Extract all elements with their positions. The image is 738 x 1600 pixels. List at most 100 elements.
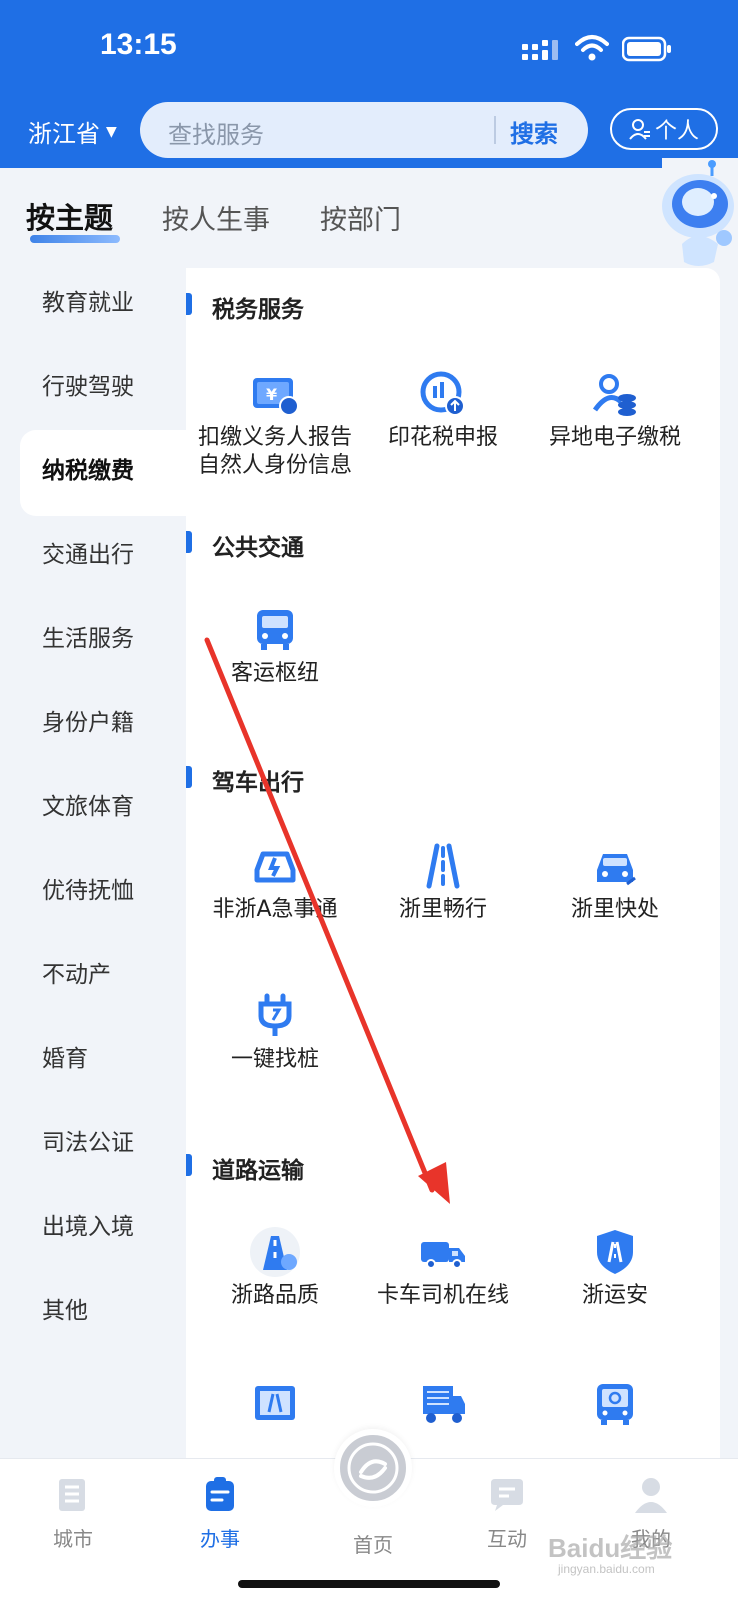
watermark-url: jingyan.baidu.com [558,1562,655,1576]
remote-tax-icon [592,374,636,416]
service-label: 卡车司机在线 [376,1283,509,1308]
service-label: 浙路品质 [230,1283,319,1308]
tax-ticket-icon: ¥ [253,378,299,416]
sidebar-item-education[interactable]: 教育就业 [42,283,134,317]
section-marker [186,766,192,788]
status-bar: 13:15 [0,0,738,100]
service-stamp-tax[interactable]: 印花税申报 [354,368,532,452]
home-logo-icon [347,1442,399,1494]
section-marker [186,531,192,553]
service-quick-handle[interactable]: 浙里快处 [526,840,704,924]
nav-label: 互动 [487,1527,527,1551]
sidebar-item-marriage[interactable]: 婚育 [42,1039,88,1073]
section-title-tax: 税务服务 [212,297,304,323]
watermark-brand: Baidu经验 [548,1533,673,1563]
service-find-charger[interactable]: 一键找桩 [186,990,364,1074]
personal-label: 个人 [654,119,699,144]
service-label: 扣缴义务人报告 [197,425,352,450]
shield-road-icon [597,1230,633,1274]
sidebar-item-identity[interactable]: 身份户籍 [42,703,134,737]
bus-icon [257,610,293,650]
section-marker [186,1154,192,1176]
nav-home-label: 首页 [353,1533,393,1557]
service-label: 一键找桩 [230,1047,319,1072]
sidebar-item-justice[interactable]: 司法公证 [42,1123,134,1157]
province-label: 浙江省 [28,120,100,148]
sidebar-item-driving[interactable]: 行驶驾驶 [42,367,134,401]
tab-by-theme[interactable]: 按主题 [26,195,113,237]
service-zheyun-safe[interactable]: 浙运安 [526,1226,704,1310]
search-header: 浙江省 ▼ 查找服务 搜索 个人 [0,100,738,168]
road-quality-icon [250,1227,300,1277]
service-label: 浙里快处 [570,897,659,922]
section-title-public-transit: 公共交通 [212,535,304,561]
nav-tasks[interactable]: 办事 [175,1475,265,1552]
person-icon [629,119,650,140]
service-passenger-hub[interactable]: 客运枢纽 [186,604,364,688]
battery-icon [622,36,671,62]
sidebar-item-other[interactable]: 其他 [42,1291,88,1325]
nav-home-button[interactable] [334,1429,412,1507]
service-label-line2: 自然人身份信息 [197,453,352,478]
nav-city[interactable]: 城市 [28,1475,118,1552]
task-icon [206,1477,234,1511]
tab-by-department[interactable]: 按部门 [320,198,401,237]
nav-label: 城市 [53,1527,93,1551]
road-icon [426,843,460,889]
city-icon [59,1479,85,1511]
road-book-icon [255,1386,295,1420]
sidebar-item-transport[interactable]: 交通出行 [42,535,134,569]
province-selector[interactable]: 浙江省 ▼ [28,114,117,149]
sidebar-item-border[interactable]: 出境入境 [42,1207,134,1241]
service-truck-driver-online[interactable]: 卡车司机在线 [354,1226,532,1310]
nav-interact[interactable]: 互动 [462,1475,552,1552]
search-input[interactable]: 查找服务 搜索 [140,102,588,158]
search-placeholder: 查找服务 [168,121,264,149]
section-title-driving: 驾车出行 [212,770,304,796]
service-label: 客运枢纽 [230,661,319,686]
cellular-signal-icon [522,40,558,60]
service-label: 异地电子缴税 [548,425,681,450]
sidebar-item-culture[interactable]: 文旅体育 [42,787,134,821]
profile-icon [635,1478,667,1513]
service-remote-tax[interactable]: 异地电子缴税 [526,368,704,452]
service-panel: 税务服务 ¥ 扣缴义务人报告 自然人身份信息 印花税申报 异地电子缴税 公共交通… [186,268,720,1458]
service-non-zhejiang-a[interactable]: 非浙A急事通 [186,840,364,924]
service-label: 非浙A急事通 [212,897,338,922]
service-partial-1[interactable] [186,1378,364,1430]
tab-by-life-event[interactable]: 按人生事 [162,198,270,237]
caret-down-icon: ▼ [106,123,117,140]
charger-icon [258,993,292,1036]
service-road-quality[interactable]: 浙路品质 [186,1226,364,1310]
personal-button[interactable]: 个人 [610,108,718,150]
category-tabs: 按主题 按人生事 按部门 [0,195,738,245]
section-title-road-transport: 道路运输 [212,1158,304,1184]
bus-search-icon [597,1384,633,1425]
stamp-tax-icon [420,371,465,416]
service-partial-3[interactable] [526,1378,704,1430]
status-time: 13:15 [100,28,177,61]
sidebar-item-tax[interactable]: 纳税缴费 [42,451,134,485]
baidu-watermark: Baidu经验 jingyan.baidu.com [548,1528,673,1576]
sidebar-item-real-estate[interactable]: 不动产 [42,955,111,989]
wifi-icon [575,35,609,61]
truck-icon [421,1242,465,1269]
svg-text:¥: ¥ [266,385,277,404]
sidebar-item-life[interactable]: 生活服务 [42,619,134,653]
service-withholding-report[interactable]: ¥ 扣缴义务人报告 自然人身份信息 [186,368,364,480]
car-alert-icon [254,851,296,883]
service-label: 印花税申报 [387,425,498,450]
car-accident-icon [597,854,636,886]
service-smooth-travel[interactable]: 浙里畅行 [354,840,532,924]
cargo-truck-icon [423,1386,465,1423]
search-divider [494,116,496,144]
chat-icon [491,1479,523,1511]
search-button[interactable]: 搜索 [510,114,558,149]
service-label: 浙里畅行 [398,897,487,922]
home-indicator [238,1580,500,1588]
section-marker [186,293,192,315]
sidebar-item-benefits[interactable]: 优待抚恤 [42,871,134,905]
service-partial-2[interactable] [354,1378,532,1430]
service-label: 浙运安 [581,1283,648,1308]
nav-label: 办事 [200,1527,240,1551]
